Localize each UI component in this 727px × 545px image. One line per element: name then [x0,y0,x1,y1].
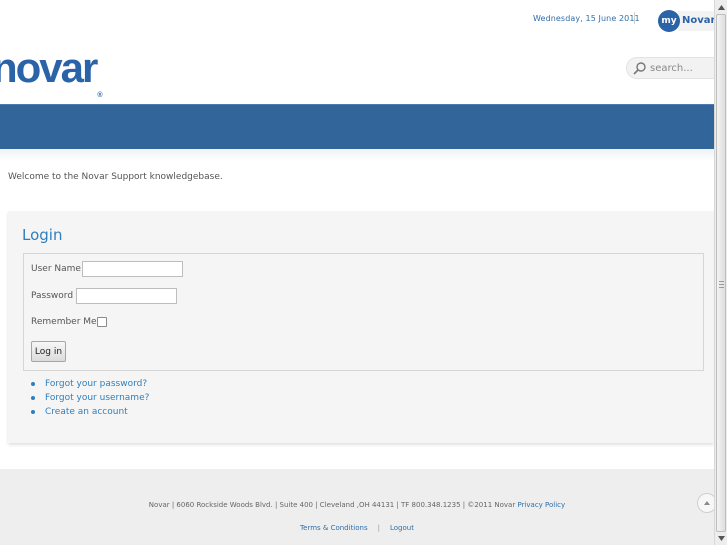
search-box[interactable] [626,57,722,79]
link-label: Create an account [45,407,128,417]
triangle-up-icon [717,4,725,10]
triangle-down-icon [717,535,725,541]
scroll-thumb[interactable] [716,14,726,532]
logout-link[interactable]: Logout [390,524,414,532]
scrollbar[interactable] [714,0,727,545]
link-label: Forgot your username? [45,393,150,403]
remember-me-checkbox[interactable] [97,317,107,327]
footer-address-text: Novar | 6060 Rockside Woods Blvd. | Suit… [148,501,516,509]
login-button[interactable]: Log in [31,341,66,362]
footer: Novar | 6060 Rockside Woods Blvd. | Suit… [0,469,714,545]
mynovar-my-badge: my [658,10,680,32]
header-date: Wednesday, 15 June 2011 [533,14,640,23]
search-icon[interactable] [633,61,647,75]
account-links: Forgot your password? Forgot your userna… [31,377,149,419]
novar-logo[interactable]: novar® [0,42,103,99]
footer-separator: | [377,524,380,532]
scroll-up-arrow[interactable] [715,1,727,13]
footer-links: Terms & Conditions | Logout [0,524,714,532]
scroll-down-arrow[interactable] [715,532,727,544]
password-field[interactable] [76,288,177,304]
header-divider [634,12,635,24]
logo-text: novar [0,44,98,91]
login-panel: Login User Name Password Remember Me Log… [8,211,714,443]
logo-registered-mark: ® [97,92,103,99]
welcome-text: Welcome to the Novar Support knowledgeba… [8,172,223,182]
remember-me-label: Remember Me [31,317,97,327]
login-form: User Name Password Remember Me Log in [23,253,704,371]
header-band-shadow [0,149,714,161]
header-band [0,104,714,149]
password-label: Password [31,291,74,301]
bullet [31,396,35,400]
forgot-password-link[interactable]: Forgot your password? [31,377,149,391]
create-account-link[interactable]: Create an account [31,405,149,419]
username-field[interactable] [82,261,183,277]
scroll-grip [719,281,724,290]
footer-address: Novar | 6060 Rockside Woods Blvd. | Suit… [0,501,714,509]
link-label: Forgot your password? [45,379,148,389]
forgot-username-link[interactable]: Forgot your username? [31,391,149,405]
privacy-policy-link[interactable]: Privacy Policy [517,501,565,509]
username-label: User Name [31,264,81,274]
bullet [31,382,35,386]
mynovar-button[interactable]: my Novar [658,10,722,32]
arrow-up-icon [704,501,710,505]
login-title: Login [22,226,63,244]
search-input[interactable] [650,62,716,74]
bullet [31,410,35,414]
terms-link[interactable]: Terms & Conditions [300,524,368,532]
